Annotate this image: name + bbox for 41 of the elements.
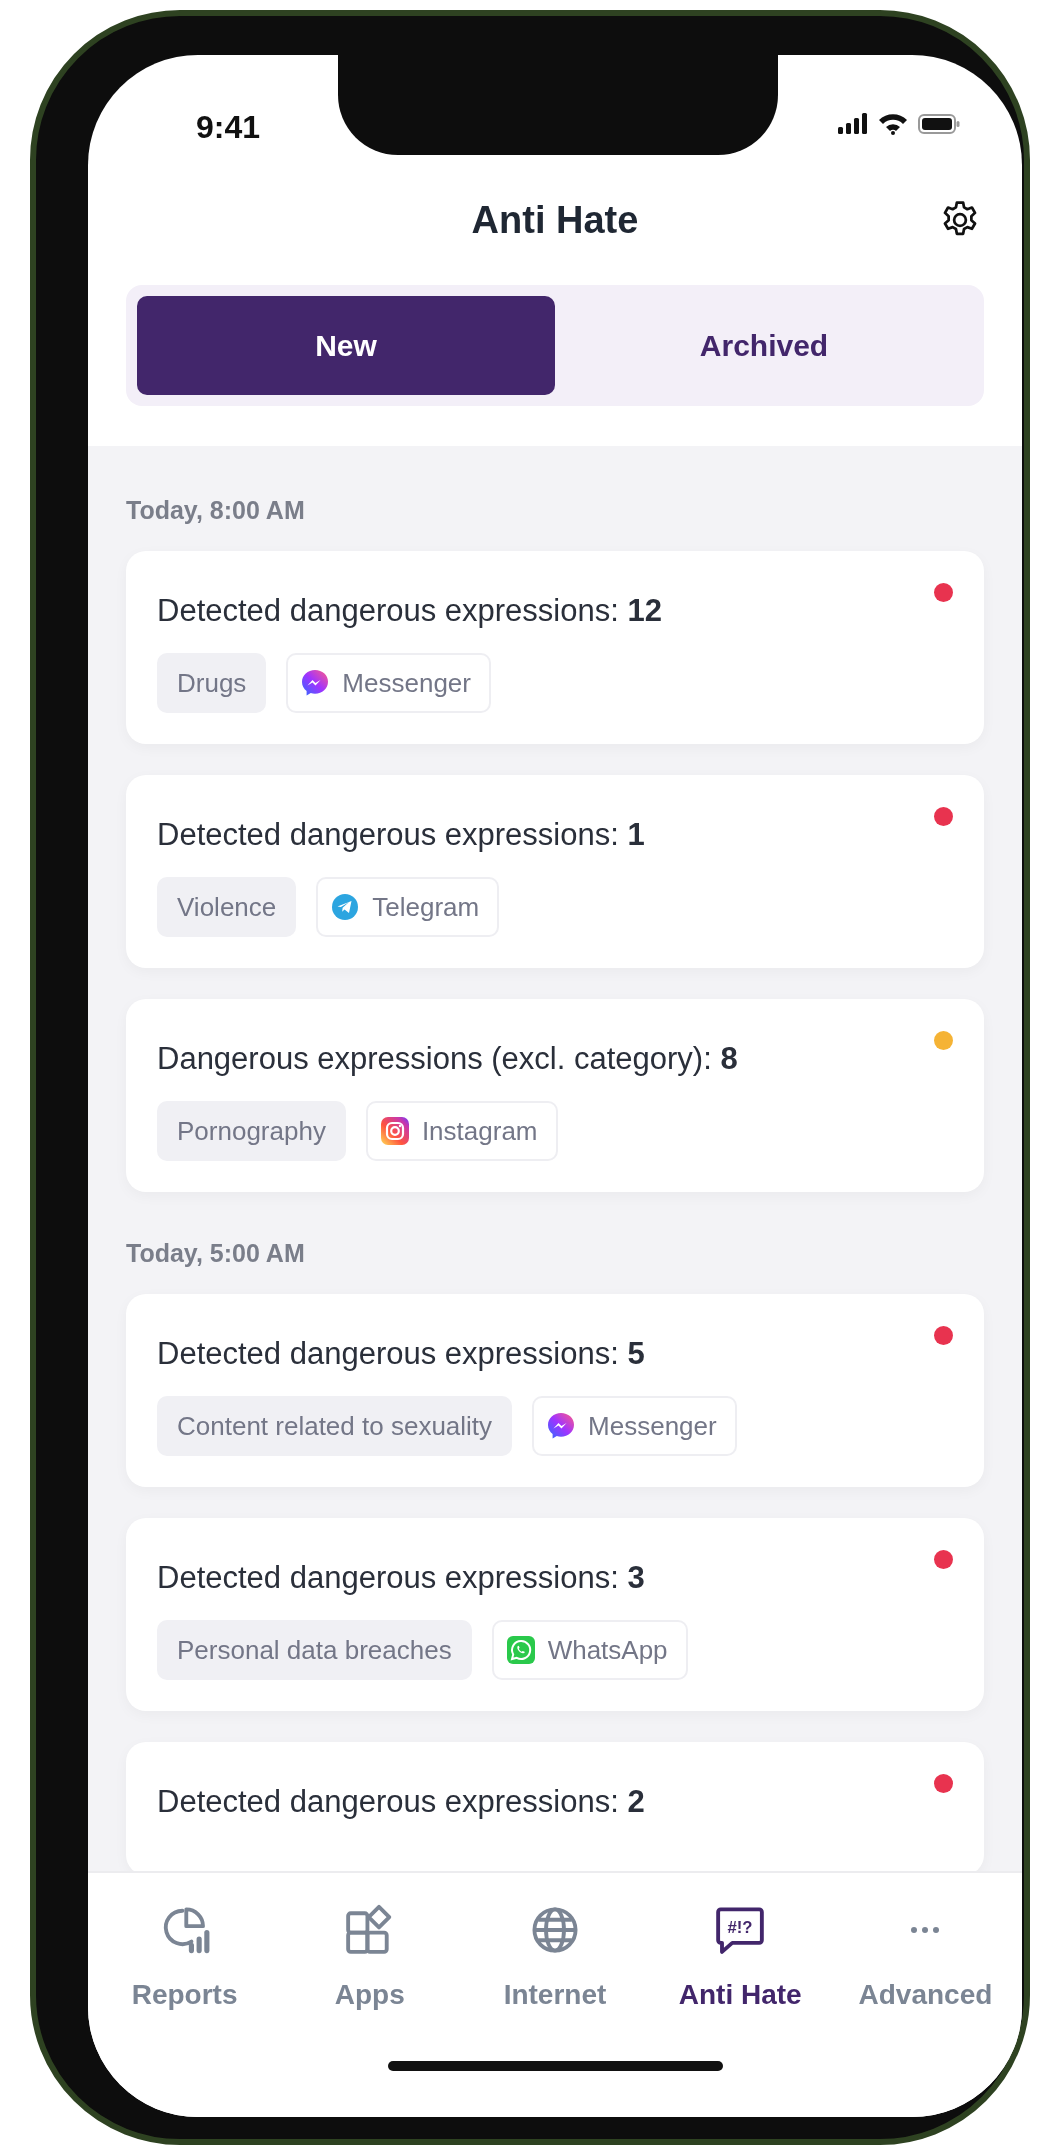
tab-bar-item[interactable]: #!? Anti Hate xyxy=(647,1903,833,2011)
alert-title: Detected dangerous expressions: 3 xyxy=(157,1559,646,1597)
messenger-icon xyxy=(546,1411,577,1441)
status-time: 9:41 xyxy=(194,109,261,146)
alert-card[interactable]: Detected dangerous expressions: 2 xyxy=(126,1742,984,1871)
alert-card[interactable]: Detected dangerous expressions: 1 Violence Telegram xyxy=(126,775,984,968)
app-name: Instagram xyxy=(421,1115,538,1147)
alert-title: Detected dangerous expressions: 5 xyxy=(157,1335,646,1373)
tab-bar-item[interactable]: Internet xyxy=(462,1903,648,2011)
category-tag: Pornography xyxy=(157,1101,346,1161)
alert-card[interactable]: Detected dangerous expressions: 12 Drugs Messenger xyxy=(126,551,984,744)
alert-title: Dangerous expressions (excl. category): 8 xyxy=(157,1040,739,1078)
app-name: Messenger xyxy=(588,1410,717,1442)
wifi-icon xyxy=(878,113,908,135)
phone-bubble-icon xyxy=(505,1635,536,1665)
category-tag: Content related to sexuality xyxy=(157,1396,513,1456)
app-name: WhatsApp xyxy=(547,1634,668,1666)
alert-card[interactable]: Detected dangerous expressions: 3 Personal data breaches WhatsApp xyxy=(126,1518,984,1711)
battery-icon xyxy=(918,113,960,135)
tab[interactable]: Archived xyxy=(555,296,973,395)
signal-icon xyxy=(838,113,868,135)
paper-plane-icon xyxy=(330,892,361,922)
alert-title: Detected dangerous expressions: 1 xyxy=(157,816,646,854)
tab-bar-item[interactable]: Apps xyxy=(277,1903,463,2011)
alert-card[interactable]: Detected dangerous expressions: 5 Content related to sexuality Messenger xyxy=(126,1294,984,1487)
alert-title: Detected dangerous expressions: 2 xyxy=(157,1783,646,1821)
alert-title: Detected dangerous expressions: 12 xyxy=(157,592,663,630)
section-heading: Today, 8:00 AM xyxy=(126,495,306,526)
category-tag: Violence xyxy=(157,877,297,937)
app-name: Messenger xyxy=(342,667,471,699)
category-tag: Personal data breaches xyxy=(157,1620,472,1680)
category-tag: Drugs xyxy=(157,653,267,713)
tab[interactable]: New xyxy=(137,296,555,395)
tab-bar-item[interactable]: Advanced xyxy=(832,1903,1018,2011)
screen-title: Anti Hate xyxy=(470,198,640,242)
section-heading: Today, 5:00 AM xyxy=(126,1238,306,1269)
alert-card[interactable]: Dangerous expressions (excl. category): 8 Pornography Instagram xyxy=(126,999,984,1192)
camera-icon xyxy=(379,1116,410,1146)
app-name: Telegram xyxy=(372,891,480,923)
tab-bar-item[interactable]: Reports xyxy=(92,1903,278,2011)
messenger-icon xyxy=(300,668,331,698)
